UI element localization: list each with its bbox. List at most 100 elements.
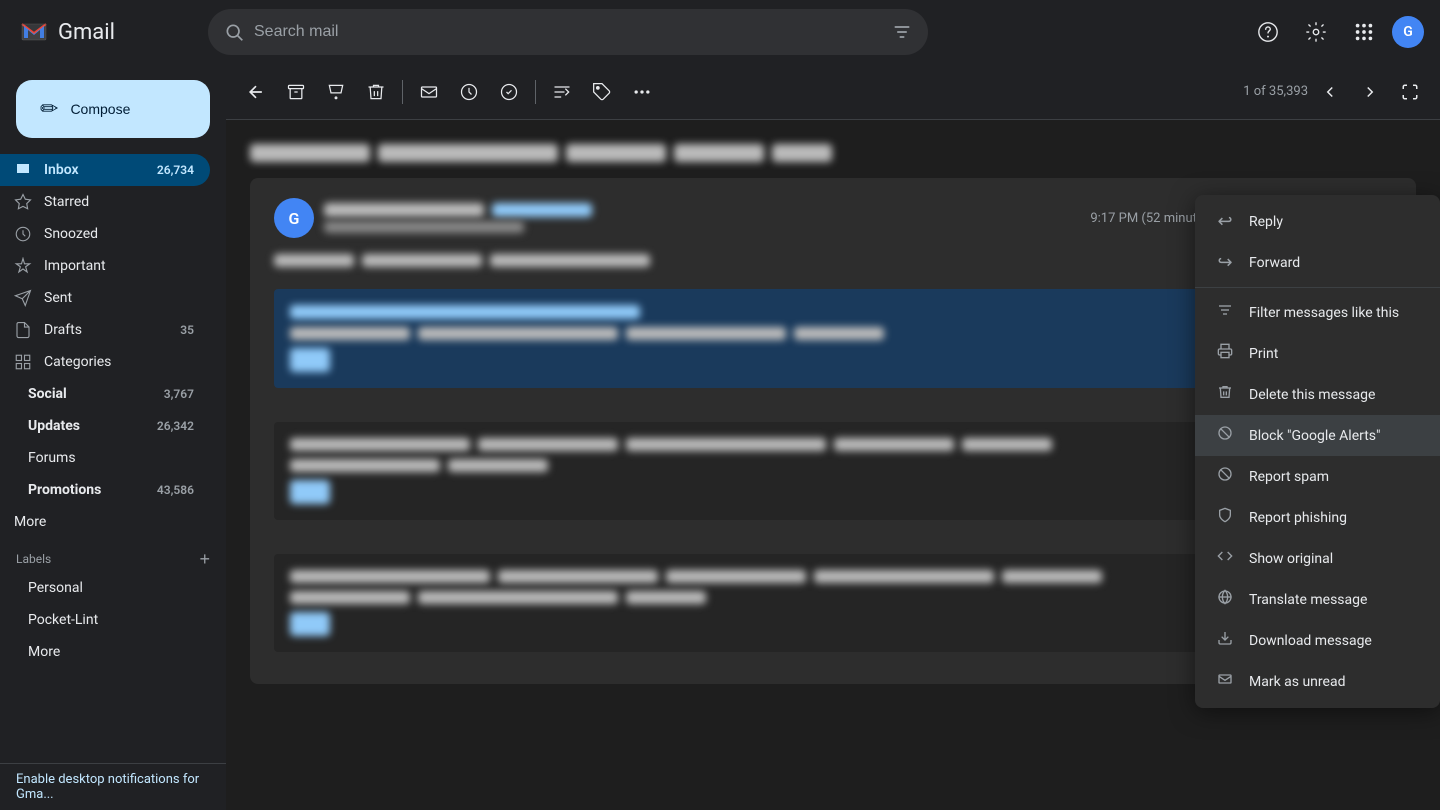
sidebar-item-more2[interactable]: More bbox=[0, 636, 210, 668]
print-menu-icon bbox=[1215, 343, 1235, 364]
sidebar-item-label-promotions: Promotions bbox=[28, 482, 101, 498]
sidebar-item-updates[interactable]: Updates 26,342 bbox=[0, 410, 210, 442]
spam-menu-icon bbox=[1215, 466, 1235, 487]
notification-bar[interactable]: Enable desktop notifications for Gma... bbox=[0, 763, 226, 810]
expand-icon bbox=[1401, 83, 1419, 101]
ctx-translate[interactable]: Translate message bbox=[1195, 579, 1440, 620]
content-b3-badge bbox=[290, 612, 330, 636]
ctx-original-label: Show original bbox=[1249, 551, 1333, 567]
sidebar-item-personal[interactable]: Personal bbox=[0, 572, 210, 604]
ctx-block[interactable]: Block "Google Alerts" bbox=[1195, 415, 1440, 456]
ctx-spam-label: Report spam bbox=[1249, 469, 1329, 485]
ctx-reply[interactable]: ↩ Reply bbox=[1195, 201, 1440, 242]
block-menu-icon bbox=[1215, 425, 1235, 446]
task-button[interactable] bbox=[491, 74, 527, 110]
ctx-reply-label: Reply bbox=[1249, 214, 1283, 230]
sidebar-item-important[interactable]: Important bbox=[0, 250, 210, 282]
label-button[interactable] bbox=[584, 74, 620, 110]
ctx-phishing-label: Report phishing bbox=[1249, 510, 1347, 526]
ctx-delete[interactable]: Delete this message bbox=[1195, 374, 1440, 415]
report-button[interactable] bbox=[318, 74, 354, 110]
compose-button[interactable]: ✏ Compose bbox=[16, 80, 210, 138]
settings-button[interactable] bbox=[1296, 12, 1336, 52]
content-b2-badge bbox=[290, 480, 330, 504]
search-input[interactable] bbox=[254, 23, 882, 41]
content-word bbox=[274, 254, 354, 267]
move-button[interactable] bbox=[544, 74, 580, 110]
sidebar-item-promotions[interactable]: Promotions 43,586 bbox=[0, 474, 210, 506]
content-b2-6 bbox=[290, 459, 440, 472]
ctx-block-label: Block "Google Alerts" bbox=[1249, 428, 1381, 444]
subject-word-4 bbox=[674, 144, 764, 162]
gmail-logo-text: Gmail bbox=[58, 20, 115, 45]
sidebar-item-social[interactable]: Social 3,767 bbox=[0, 378, 210, 410]
content-b3-4 bbox=[814, 570, 994, 583]
expand-button[interactable] bbox=[1392, 74, 1428, 110]
sidebar-item-label-more2: More bbox=[28, 644, 60, 660]
sidebar-item-categories[interactable]: Categories bbox=[0, 346, 210, 378]
search-bar[interactable] bbox=[208, 9, 928, 55]
sidebar-badge-drafts: 35 bbox=[180, 323, 194, 337]
mark-unread-button[interactable] bbox=[411, 74, 447, 110]
ctx-phishing[interactable]: Report phishing bbox=[1195, 497, 1440, 538]
ctx-print[interactable]: Print bbox=[1195, 333, 1440, 374]
categories-icon bbox=[14, 353, 32, 371]
archive-button[interactable] bbox=[278, 74, 314, 110]
delete-button[interactable] bbox=[358, 74, 394, 110]
gmail-logo: Gmail bbox=[16, 14, 196, 50]
sidebar-item-label-important: Important bbox=[44, 258, 106, 274]
snooze-button[interactable] bbox=[451, 74, 487, 110]
unread-menu-icon bbox=[1215, 671, 1235, 692]
sidebar-badge-promotions: 43,586 bbox=[157, 483, 194, 497]
user-avatar[interactable]: G bbox=[1392, 16, 1424, 48]
ctx-filter[interactable]: Filter messages like this bbox=[1195, 292, 1440, 333]
ctx-spam[interactable]: Report spam bbox=[1195, 456, 1440, 497]
help-button[interactable] bbox=[1248, 12, 1288, 52]
apps-icon bbox=[1353, 21, 1375, 43]
sidebar-item-label-snoozed: Snoozed bbox=[44, 226, 98, 242]
prev-email-button[interactable] bbox=[1312, 74, 1348, 110]
chevron-left-icon bbox=[1321, 83, 1339, 101]
back-button[interactable] bbox=[238, 74, 274, 110]
apps-button[interactable] bbox=[1344, 12, 1384, 52]
sidebar-item-sent[interactable]: Sent bbox=[0, 282, 210, 314]
add-label-button[interactable]: + bbox=[199, 550, 210, 568]
sender-avatar: G bbox=[274, 198, 314, 238]
sidebar-item-more1[interactable]: More bbox=[0, 506, 210, 538]
ctx-delete-label: Delete this message bbox=[1249, 387, 1375, 403]
report-icon bbox=[326, 82, 346, 102]
toolbar-right: 1 of 35,393 bbox=[1243, 74, 1428, 110]
important-icon bbox=[14, 257, 32, 275]
sidebar-item-inbox[interactable]: Inbox 26,734 bbox=[0, 154, 210, 186]
search-icon bbox=[224, 22, 244, 42]
inbox-icon bbox=[14, 161, 32, 179]
content-b3-5 bbox=[1002, 570, 1102, 583]
sidebar-item-label-inbox: Inbox bbox=[44, 162, 79, 178]
ctx-forward[interactable]: ↪ Forward bbox=[1195, 242, 1440, 283]
more-actions-button[interactable] bbox=[624, 74, 660, 110]
sidebar-item-pocket-lint[interactable]: Pocket-Lint bbox=[0, 604, 210, 636]
sidebar-badge-inbox: 26,734 bbox=[157, 163, 194, 177]
sidebar: ✏ Compose Inbox 26,734 Starred Snoozed I… bbox=[0, 64, 226, 810]
sidebar-item-label-forums: Forums bbox=[28, 450, 76, 466]
ctx-original[interactable]: Show original bbox=[1195, 538, 1440, 579]
search-filter-icon[interactable] bbox=[892, 22, 912, 42]
compose-icon: ✏ bbox=[40, 96, 58, 122]
context-menu: ↩ Reply ↪ Forward Filter messages like t… bbox=[1195, 195, 1440, 708]
top-bar: Gmail G bbox=[0, 0, 1440, 64]
reply-menu-icon: ↩ bbox=[1215, 211, 1235, 232]
next-email-button[interactable] bbox=[1352, 74, 1388, 110]
ctx-unread[interactable]: Mark as unread bbox=[1195, 661, 1440, 702]
subject-word-1 bbox=[250, 144, 370, 162]
snooze-icon-toolbar bbox=[459, 82, 479, 102]
ctx-unread-label: Mark as unread bbox=[1249, 674, 1345, 690]
content-word bbox=[362, 254, 482, 267]
sidebar-item-drafts[interactable]: Drafts 35 bbox=[0, 314, 210, 346]
sidebar-item-starred[interactable]: Starred bbox=[0, 186, 210, 218]
star-icon bbox=[14, 193, 32, 211]
sidebar-item-forums[interactable]: Forums bbox=[0, 442, 210, 474]
sidebar-item-label-sent: Sent bbox=[44, 290, 72, 306]
sidebar-item-snoozed[interactable]: Snoozed bbox=[0, 218, 210, 250]
ctx-download[interactable]: Download message bbox=[1195, 620, 1440, 661]
content-b3-3 bbox=[666, 570, 806, 583]
